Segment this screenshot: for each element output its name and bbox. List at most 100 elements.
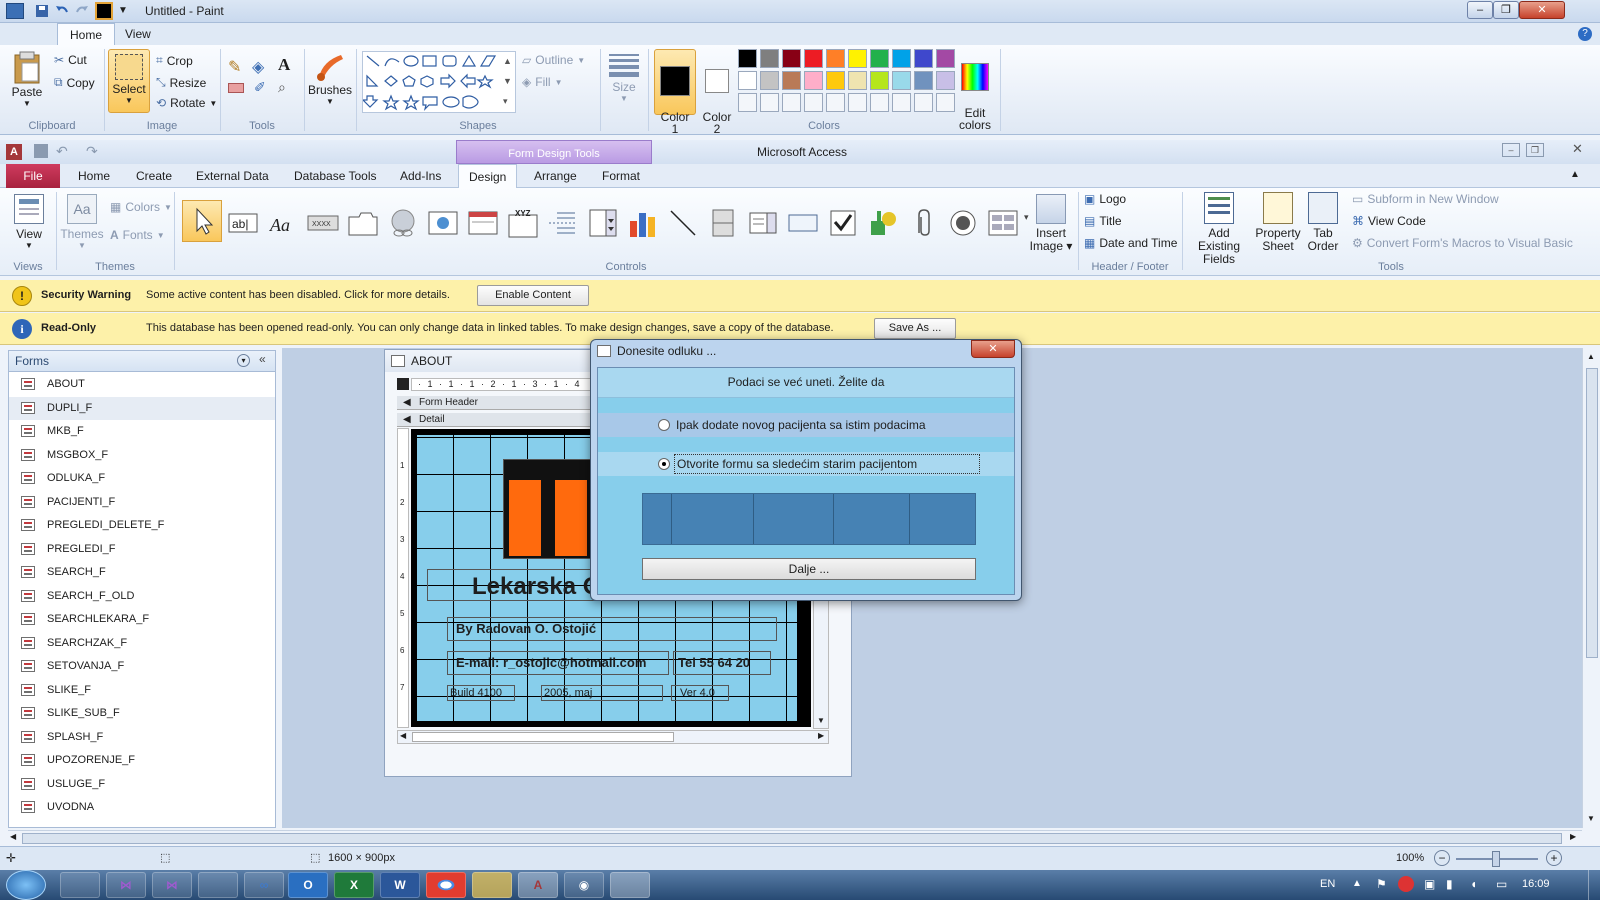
palette-swatch[interactable] [738, 93, 757, 112]
undo-icon[interactable] [54, 3, 70, 19]
palette-swatch[interactable] [826, 49, 845, 68]
show-desktop-button[interactable] [1588, 870, 1600, 900]
tab-home[interactable]: Home [57, 23, 116, 45]
colors-button[interactable]: ▦ Colors ▼ [110, 200, 172, 214]
dialog-close-button[interactable]: ✕ [971, 340, 1015, 358]
palette-swatch[interactable] [914, 93, 933, 112]
minimize-button[interactable]: – [1467, 1, 1493, 19]
form-selector[interactable] [397, 378, 409, 390]
magnifier-icon[interactable]: ⌕ [278, 79, 286, 96]
customize-qat-icon[interactable]: ▼ [118, 5, 128, 16]
color1-button[interactable]: Color 1 [654, 49, 696, 135]
nav-item[interactable]: PREGLEDI_F [9, 538, 275, 561]
palette-swatch[interactable] [804, 71, 823, 90]
nav-dropdown-icon[interactable]: ▾ [237, 354, 250, 367]
nav-item[interactable]: SETOVANJA_F [9, 655, 275, 678]
form-hscrollbar[interactable]: ◀ ▶ [397, 730, 829, 744]
palette-swatch[interactable] [760, 71, 779, 90]
palette-swatch[interactable] [782, 71, 801, 90]
taskbar-chrome-icon[interactable] [426, 872, 466, 898]
palette-swatch[interactable] [892, 49, 911, 68]
nav-item[interactable]: MKB_F [9, 420, 275, 443]
nav-item[interactable]: SPLASH_F [9, 726, 275, 749]
tab-arrange[interactable]: Arrange [524, 164, 587, 188]
taskbar-word-icon[interactable]: W [380, 872, 420, 898]
title-button[interactable]: ▤ Title [1084, 214, 1122, 228]
patient-grid[interactable] [642, 493, 976, 545]
nav-item[interactable]: UPOZORENJE_F [9, 749, 275, 772]
palette-swatch[interactable] [848, 49, 867, 68]
unbound-object-frame-icon[interactable] [866, 206, 898, 238]
save-as-button[interactable]: Save As ... [874, 318, 956, 339]
maximize-button[interactable]: ❐ [1493, 1, 1519, 19]
brushes-button[interactable]: Brushes ▼ [308, 51, 352, 106]
palette-swatch[interactable] [892, 71, 911, 90]
tab-access-home[interactable]: Home [68, 164, 120, 188]
rectangle-control-icon[interactable] [786, 206, 818, 238]
insert-image-button[interactable]: Insert Image ▾ [1026, 192, 1076, 253]
zoom-slider-thumb[interactable] [1492, 851, 1500, 867]
nav-item[interactable]: SLIKE_SUB_F [9, 702, 275, 725]
network-icon[interactable]: ▮ [1446, 877, 1453, 891]
nav-item[interactable]: ODLUKA_F [9, 467, 275, 490]
taskbar-media-icon[interactable]: ◉ [564, 872, 604, 898]
author-label[interactable]: By Radovan O. Ostojić [447, 617, 777, 641]
copy-button[interactable]: ⧉ Copy [54, 75, 95, 90]
palette-swatch[interactable] [870, 49, 889, 68]
palette-swatch[interactable] [826, 71, 845, 90]
attachment-control-icon[interactable] [906, 206, 938, 238]
page-break-control-icon[interactable] [546, 206, 578, 238]
access-app-icon[interactable]: A [6, 144, 22, 160]
option2-radio[interactable] [658, 458, 670, 470]
palette-swatch[interactable] [760, 49, 779, 68]
palette-swatch[interactable] [936, 71, 955, 90]
tab-format[interactable]: Format [592, 164, 650, 188]
enable-content-button[interactable]: Enable Content [477, 285, 589, 306]
nav-item[interactable]: UVODNA [9, 796, 275, 819]
access-close-button[interactable]: ✕ [1572, 141, 1583, 157]
palette-swatch[interactable] [738, 49, 757, 68]
taskbar-notepad-icon[interactable] [198, 872, 238, 898]
access-minimize-button[interactable]: – [1502, 143, 1520, 157]
nav-item[interactable]: SEARCHLEKARA_F [9, 608, 275, 631]
access-restore-button[interactable]: ❐ [1526, 143, 1544, 157]
tray-device-icon[interactable]: ▣ [1424, 877, 1435, 891]
web-browser-control-icon[interactable] [426, 206, 458, 238]
form-hscroll-thumb[interactable] [412, 732, 674, 742]
workspace-vscroll-thumb[interactable] [1586, 368, 1598, 658]
nav-item[interactable]: MSGBOX_F [9, 444, 275, 467]
option-button-control-icon[interactable] [946, 206, 978, 238]
cut-button[interactable]: ✂ Cut [54, 53, 87, 67]
build-label[interactable]: Build 4100 [447, 685, 515, 701]
zoom-in-button[interactable]: + [1546, 850, 1562, 866]
action-center-flag-icon[interactable]: ⚑ [1376, 877, 1387, 891]
toggle-button-control-icon[interactable] [706, 206, 738, 238]
tab-file[interactable]: File [6, 164, 60, 188]
taskbar-access-icon[interactable]: A [518, 872, 558, 898]
crop-button[interactable]: ⌗ Crop [156, 53, 193, 68]
palette-swatch[interactable] [870, 93, 889, 112]
option2-row[interactable]: Otvorite formu sa sledećim starim pacije… [598, 452, 1014, 476]
palette-swatch[interactable] [848, 71, 867, 90]
taskbar-app-icon[interactable]: ∞ [244, 872, 284, 898]
redo-icon[interactable] [74, 3, 90, 19]
tel-label[interactable]: Tel 55 64 20 [673, 651, 771, 675]
label-control-icon[interactable]: Aa [266, 206, 298, 238]
email-label[interactable]: E-mail: r_ostojic@hotmail.com [447, 651, 669, 675]
palette-swatch[interactable] [804, 93, 823, 112]
combo-box-control-icon[interactable] [586, 206, 618, 238]
palette-swatch[interactable] [760, 93, 779, 112]
tab-design[interactable]: Design [458, 164, 518, 188]
taskbar-outlook-icon[interactable]: O [288, 872, 328, 898]
date-time-button[interactable]: ▦ Date and Time [1084, 236, 1177, 250]
taskbar-paint-icon[interactable] [610, 872, 650, 898]
subform-control-icon[interactable] [986, 206, 1018, 238]
start-button[interactable] [6, 870, 46, 900]
nav-item[interactable]: SEARCH_F [9, 561, 275, 584]
tab-create[interactable]: Create [126, 164, 182, 188]
color-picker-quick-icon[interactable] [95, 2, 113, 20]
security-warning-text[interactable]: Some active content has been disabled. C… [146, 289, 450, 301]
language-indicator[interactable]: EN [1320, 878, 1335, 890]
property-sheet-button[interactable]: Property Sheet [1254, 192, 1302, 253]
edit-colors-button[interactable]: Edit colors [956, 51, 994, 131]
